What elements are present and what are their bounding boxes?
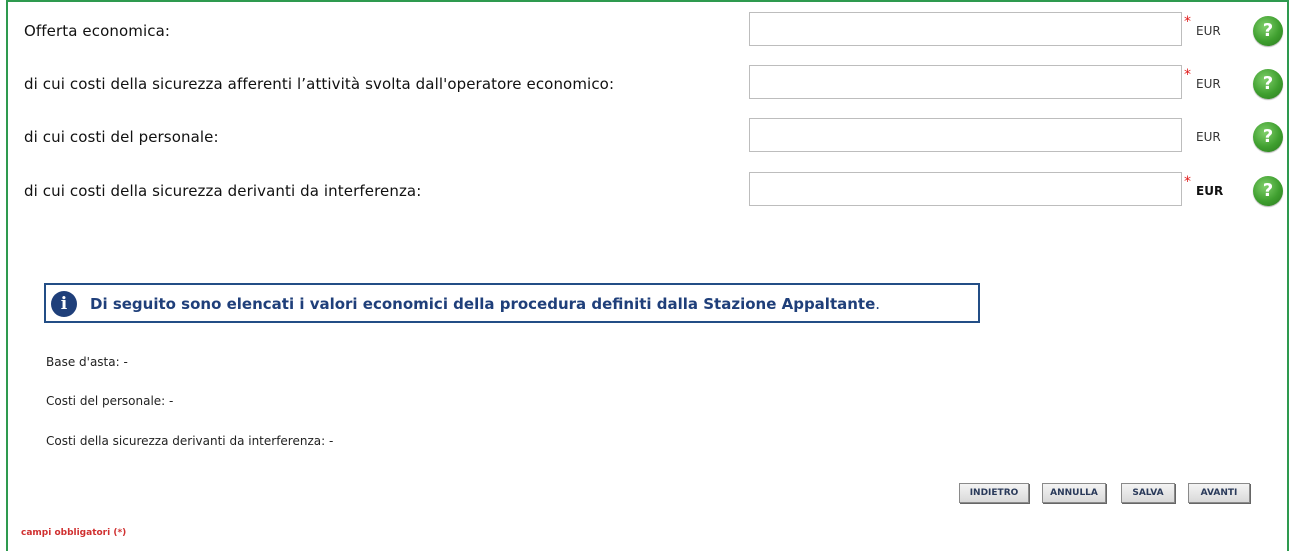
help-icon[interactable]: ? (1253, 176, 1283, 206)
offerta-economica-label: Offerta economica: (24, 22, 171, 40)
costi-sicurezza-operatore-row: di cui costi della sicurezza afferenti l… (24, 65, 1284, 105)
info-tail: . (875, 295, 881, 313)
save-button[interactable]: SALVA (1121, 483, 1175, 503)
costi-sicurezza-value: Costi della sicurezza derivanti da inter… (46, 434, 334, 448)
costi-personale-value: Costi del personale: - (46, 394, 174, 408)
info-message: Di seguito sono elencati i valori econom… (90, 295, 876, 313)
cancel-button[interactable]: ANNULLA (1042, 483, 1106, 503)
offerta-economica-row: Offerta economica: * EUR ? (24, 12, 1284, 52)
costi-sicurezza-operatore-input[interactable] (749, 65, 1182, 99)
costi-personale-row: di cui costi del personale: EUR ? (24, 118, 1284, 158)
costi-sicurezza-interferenza-input[interactable] (749, 172, 1182, 206)
info-box: i Di seguito sono elencati i valori econ… (44, 283, 980, 323)
back-button[interactable]: INDIETRO (959, 483, 1029, 503)
currency-label: EUR (1196, 24, 1221, 38)
costi-personale-label: di cui costi del personale: (24, 128, 219, 146)
mandatory-fields-note: campi obbligatori (*) (21, 528, 127, 538)
next-button[interactable]: AVANTI (1188, 483, 1250, 503)
costi-personale-input[interactable] (749, 118, 1182, 152)
help-icon[interactable]: ? (1253, 69, 1283, 99)
help-icon[interactable]: ? (1253, 122, 1283, 152)
currency-label: EUR (1196, 184, 1224, 198)
info-text: Di seguito sono elencati i valori econom… (90, 295, 880, 313)
required-marker: * (1184, 14, 1191, 30)
help-icon[interactable]: ? (1253, 16, 1283, 46)
costi-sicurezza-interferenza-label: di cui costi della sicurezza derivanti d… (24, 182, 422, 200)
costi-sicurezza-interferenza-row: di cui costi della sicurezza derivanti d… (24, 172, 1284, 212)
base-asta-value: Base d'asta: - (46, 355, 128, 369)
costi-sicurezza-operatore-label: di cui costi della sicurezza afferenti l… (24, 75, 615, 93)
required-marker: * (1184, 67, 1191, 83)
currency-label: EUR (1196, 77, 1221, 91)
currency-label: EUR (1196, 130, 1221, 144)
offerta-economica-input[interactable] (749, 12, 1182, 46)
info-icon: i (51, 291, 77, 317)
required-marker: * (1184, 174, 1191, 190)
